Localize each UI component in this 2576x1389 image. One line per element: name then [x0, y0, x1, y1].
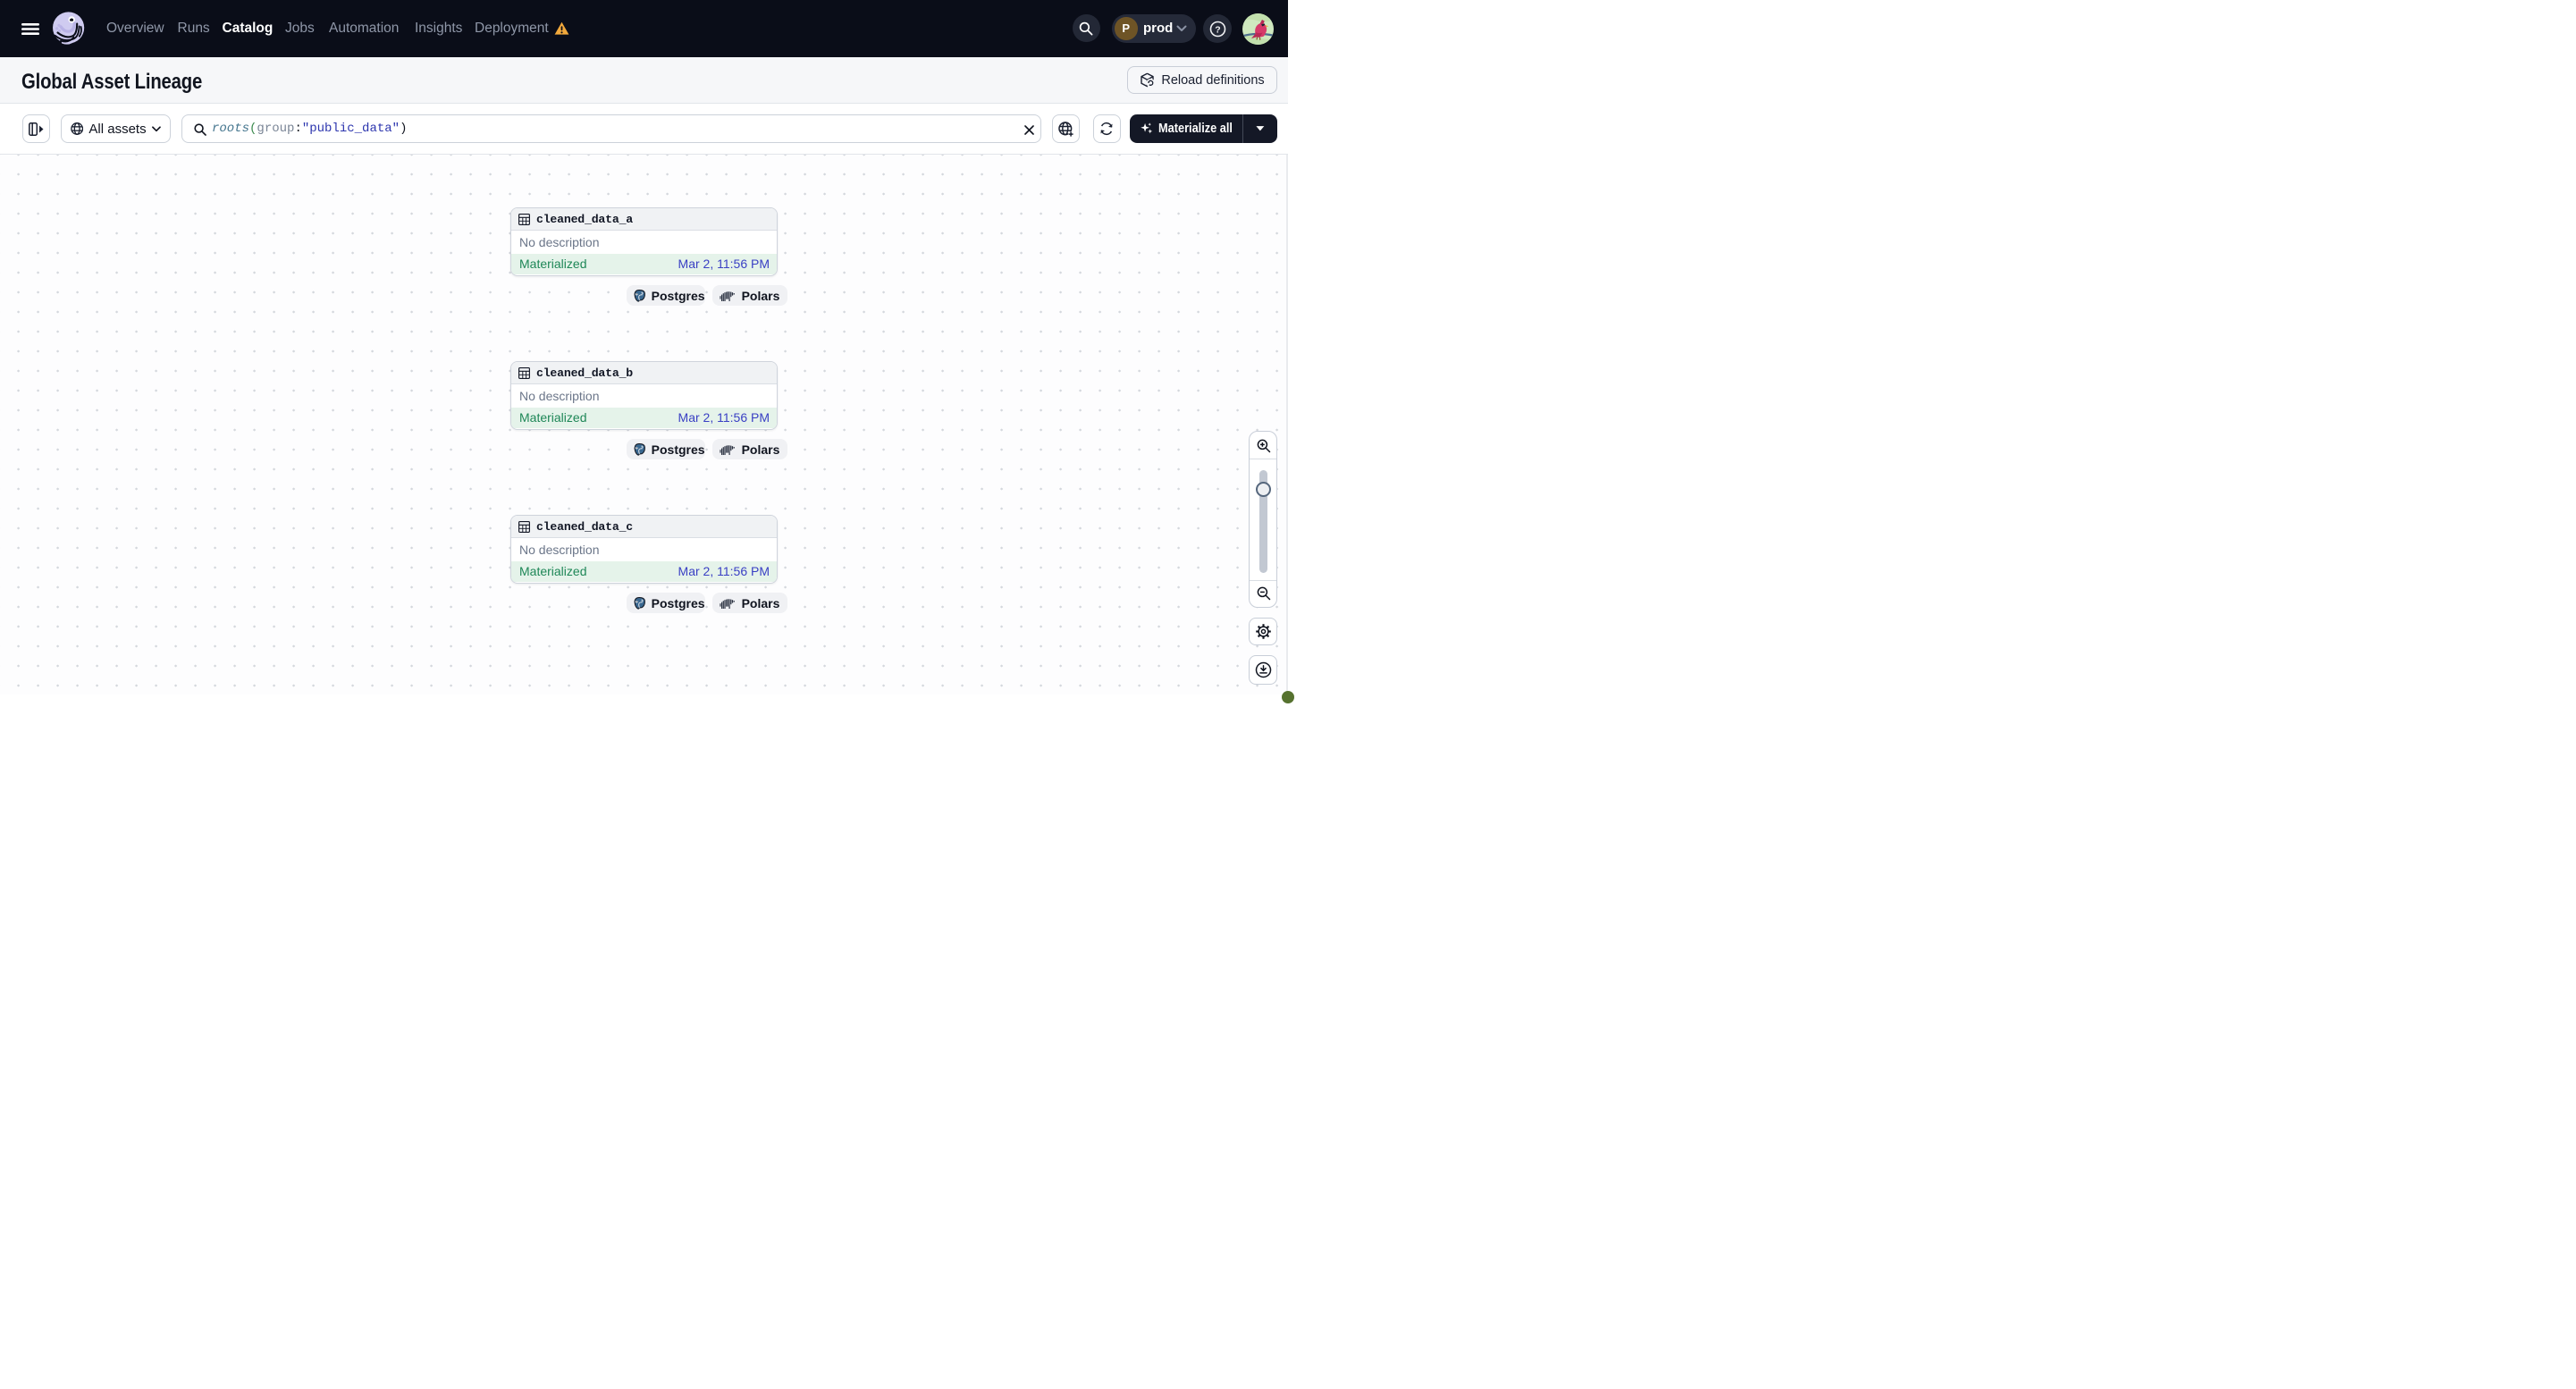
svg-text:?: ? — [1215, 24, 1220, 35]
